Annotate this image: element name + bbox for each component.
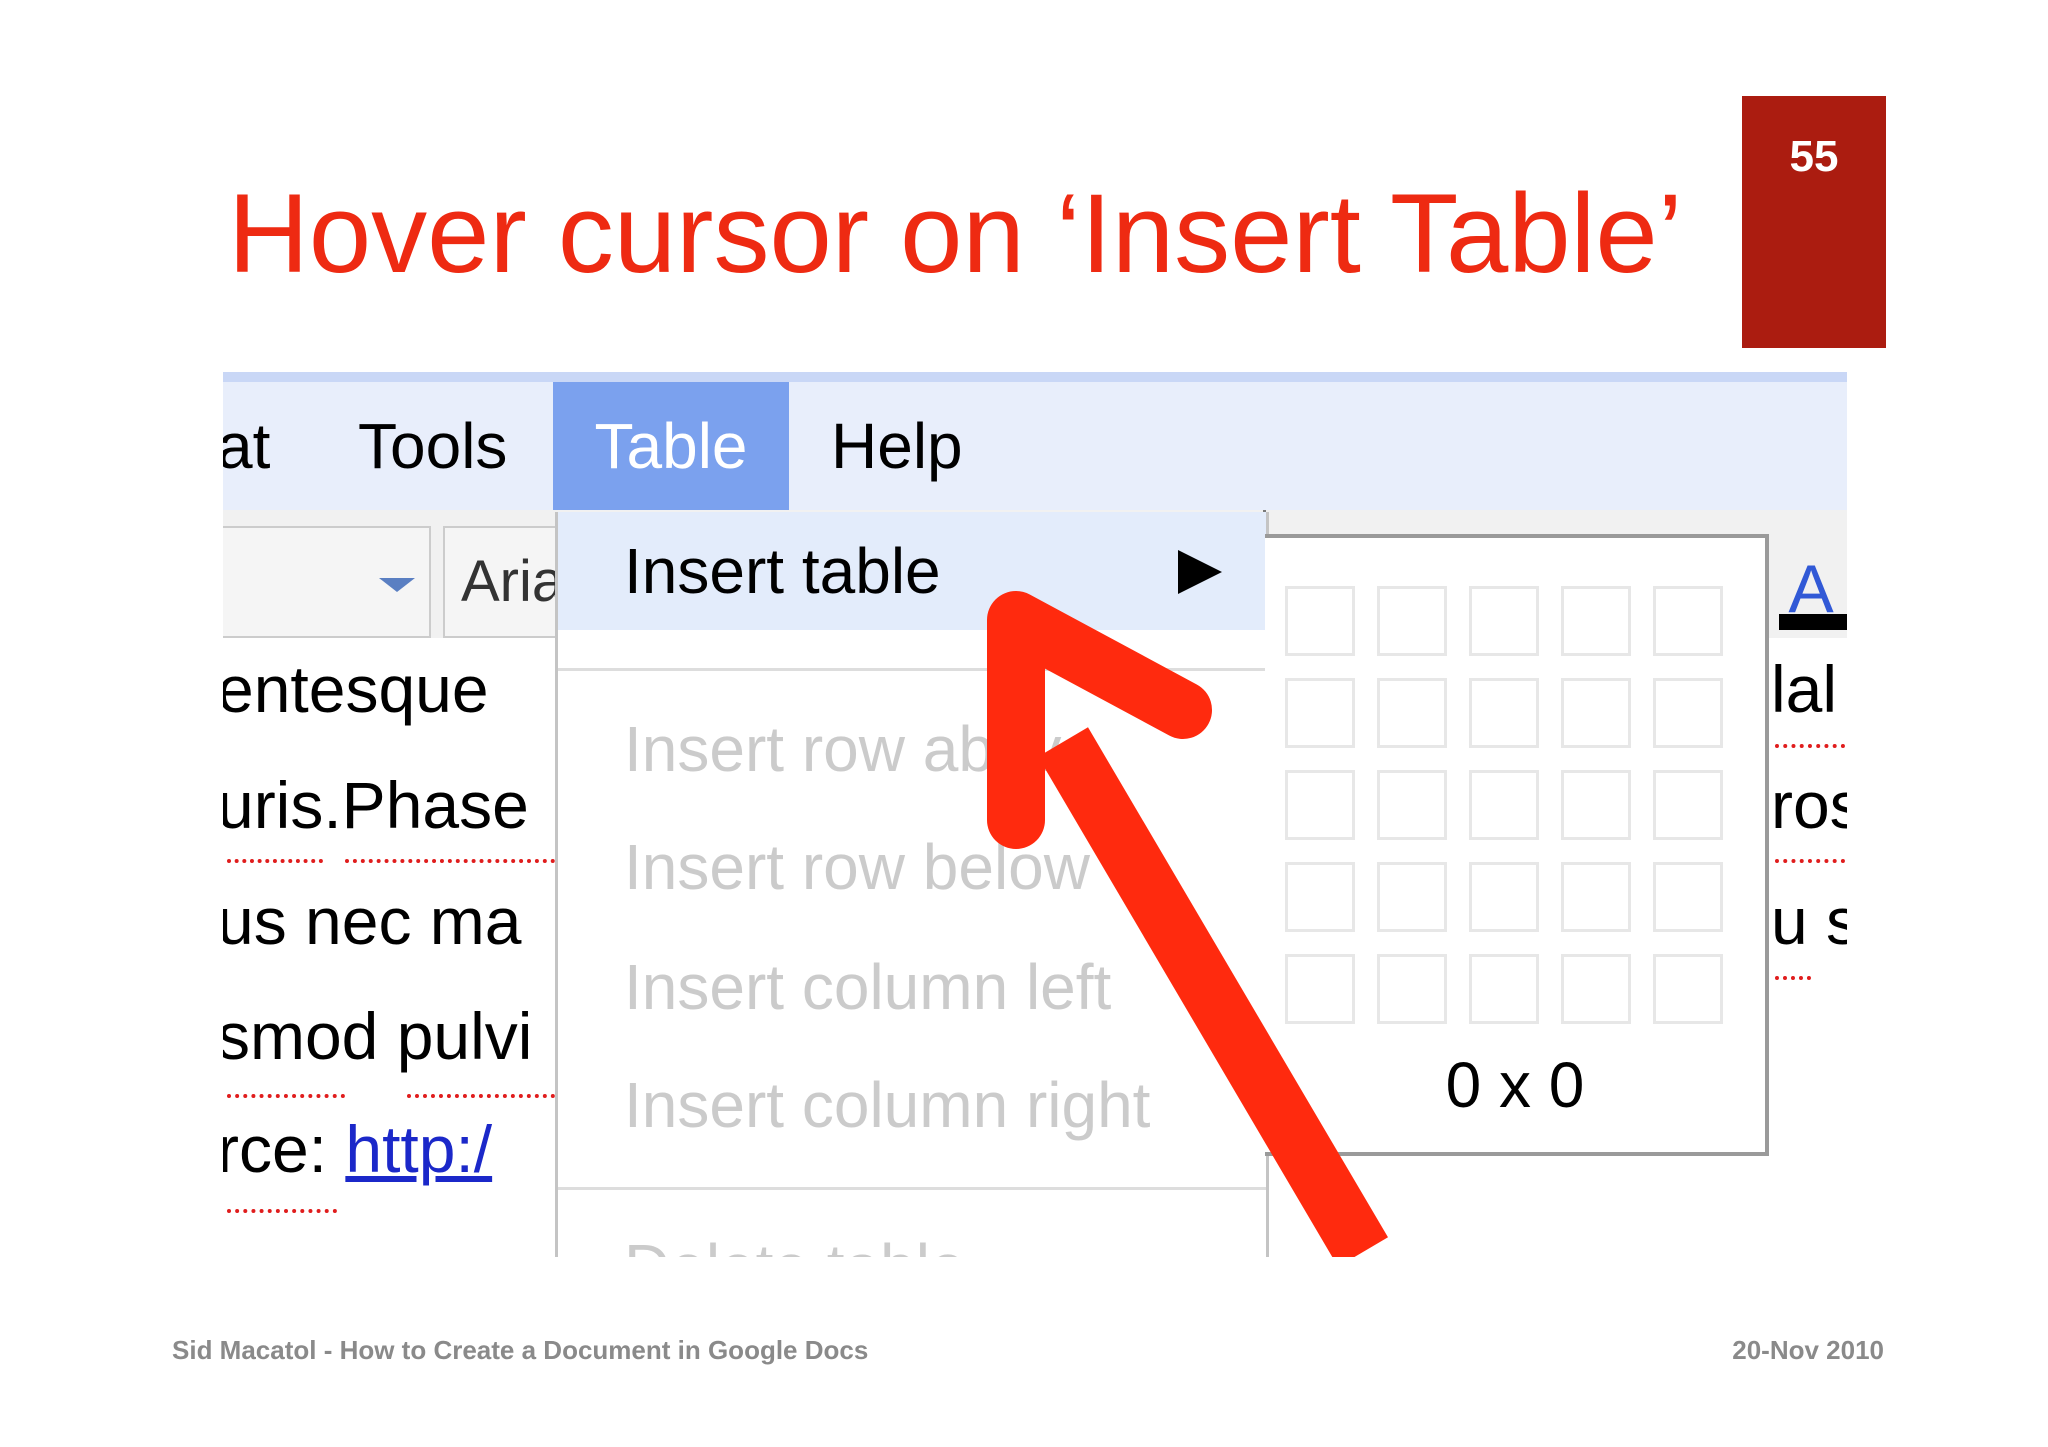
footer-date: 20-Nov 2010: [1732, 1335, 1884, 1365]
google-docs-screenshot: at Tools Table Help Aria A entesque uris…: [223, 372, 1847, 1257]
slide-number: 55: [1789, 132, 1839, 181]
footer-presenter: Sid Macatol - How to Create a Document i…: [172, 1335, 869, 1365]
red-arrow-icon: [987, 591, 1388, 1257]
slide-title: Hover cursor on ‘Insert Table’: [228, 171, 1683, 296]
slide-number-box: 55: [1742, 96, 1886, 348]
